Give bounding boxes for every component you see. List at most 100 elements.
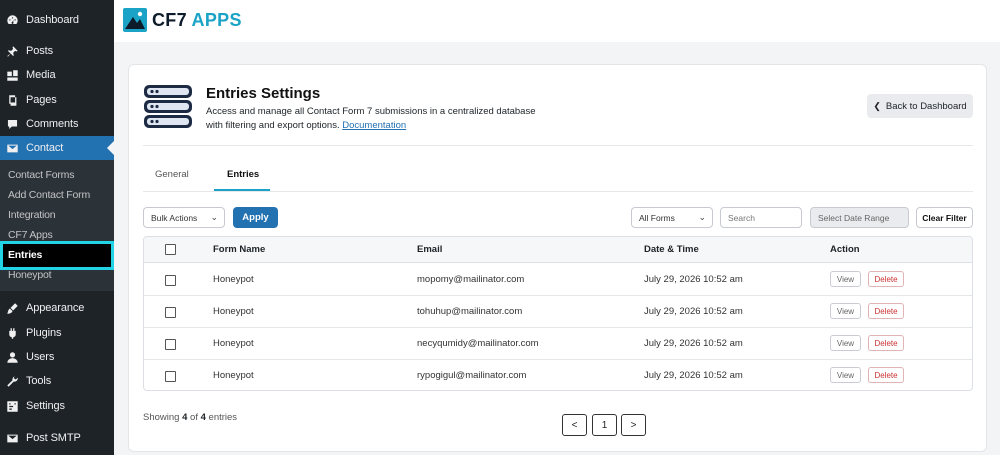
entries-table: Form Name Email Date & Time Action Honey…: [143, 236, 973, 391]
menu-comments[interactable]: Comments: [0, 113, 114, 135]
entries-settings-card: Entries Settings Access and manage all C…: [128, 64, 987, 452]
search-input[interactable]: Search: [720, 207, 802, 228]
menu-users[interactable]: Users: [0, 346, 114, 368]
clear-filter-button[interactable]: Clear Filter: [916, 207, 973, 228]
menu-label: Pages: [26, 94, 57, 106]
menu-plugins[interactable]: Plugins: [0, 322, 114, 344]
menu-label: Dashboard: [26, 14, 79, 26]
menu-dashboard[interactable]: Dashboard: [0, 9, 114, 31]
menu-pages[interactable]: Pages: [0, 89, 114, 111]
submenu-contact-forms[interactable]: Contact Forms: [8, 166, 74, 184]
submenu-entries[interactable]: Entries: [8, 246, 42, 264]
row-checkbox[interactable]: [165, 307, 176, 318]
wrench-icon: [6, 375, 19, 388]
table-row: Honeypot mopomy@mailinator.com July 29, …: [144, 264, 972, 296]
submenu-honeypot[interactable]: Honeypot: [8, 266, 52, 284]
menu-media[interactable]: Media: [0, 64, 114, 86]
brand-bar: CF7 APPS: [114, 0, 1000, 42]
user-icon: [6, 351, 19, 364]
row-checkbox[interactable]: [165, 275, 176, 286]
cell-datetime: July 29, 2026 10:52 am: [644, 338, 743, 349]
mail-icon: [6, 432, 19, 445]
column-email: Email: [417, 244, 443, 255]
menu-post-smtp[interactable]: Post SMTP: [0, 427, 114, 449]
chevron-down-icon: ⌄: [698, 212, 706, 222]
table-row: Honeypot tohuhup@mailinator.com July 29,…: [144, 296, 972, 328]
cell-form-name: Honeypot: [213, 306, 254, 317]
cf7-apps-logo-icon: [123, 8, 147, 32]
date-range-input[interactable]: Select Date Range: [810, 207, 909, 228]
menu-label: Settings: [26, 400, 65, 412]
pagination-next-button[interactable]: >: [621, 414, 646, 436]
row-checkbox[interactable]: [165, 339, 176, 350]
brand-name-part2: APPS: [191, 9, 242, 30]
forms-filter-value: All Forms: [639, 212, 675, 223]
apply-button[interactable]: Apply: [233, 207, 278, 228]
back-button-label: Back to Dashboard: [885, 100, 967, 112]
column-form-name: Form Name: [213, 244, 266, 255]
plugin-icon: [6, 327, 19, 340]
cell-datetime: July 29, 2026 10:52 am: [644, 274, 743, 285]
page-description: Access and manage all Contact Form 7 sub…: [206, 105, 546, 133]
showing-count: 4: [182, 412, 188, 423]
menu-settings[interactable]: Settings: [0, 395, 114, 417]
submenu-integration[interactable]: Integration: [8, 206, 56, 224]
bulk-actions-select[interactable]: Bulk Actions ⌄: [143, 207, 225, 228]
cell-datetime: July 29, 2026 10:52 am: [644, 370, 743, 381]
pin-icon: [6, 45, 19, 58]
tab-general[interactable]: General: [155, 169, 189, 180]
brush-icon: [6, 302, 19, 315]
menu-label: Media: [26, 69, 56, 81]
pagination-prev-button[interactable]: <: [562, 414, 587, 436]
media-icon: [6, 69, 19, 82]
cell-email: tohuhup@mailinator.com: [417, 306, 523, 317]
menu-label: Users: [26, 351, 55, 363]
brand-logo-group[interactable]: CF7 APPS: [123, 8, 242, 32]
brand-name-part1: CF7: [152, 9, 187, 30]
delete-button[interactable]: Delete: [868, 367, 904, 383]
pages-icon: [6, 94, 19, 107]
chevron-left-icon: ❮: [873, 100, 881, 111]
back-to-dashboard-button[interactable]: ❮ Back to Dashboard: [867, 94, 973, 118]
admin-sidebar: Dashboard Posts Media Pages Comments Con…: [0, 0, 114, 455]
cell-email: rypogigul@mailinator.com: [417, 370, 527, 381]
view-button[interactable]: View: [830, 303, 861, 319]
bulk-actions-value: Bulk Actions: [151, 212, 198, 223]
entries-count-text: Showing 4 of 4 entries: [143, 412, 237, 423]
submenu-add-contact-form[interactable]: Add Contact Form: [8, 186, 90, 204]
tab-entries[interactable]: Entries: [227, 169, 259, 180]
menu-label: Post SMTP: [26, 432, 81, 444]
menu-tools[interactable]: Tools: [0, 370, 114, 392]
menu-appearance[interactable]: Appearance: [0, 297, 114, 319]
cell-form-name: Honeypot: [213, 274, 254, 285]
tabs-divider: [143, 191, 973, 192]
menu-label: Plugins: [26, 327, 62, 339]
view-button[interactable]: View: [830, 367, 861, 383]
database-icon: [144, 85, 192, 128]
menu-contact[interactable]: Contact: [0, 136, 114, 160]
menu-posts[interactable]: Posts: [0, 40, 114, 62]
menu-label: Appearance: [26, 302, 85, 314]
forms-filter-select[interactable]: All Forms ⌄: [631, 207, 713, 228]
view-button[interactable]: View: [830, 271, 861, 287]
cell-email: mopomy@mailinator.com: [417, 274, 525, 285]
view-button[interactable]: View: [830, 335, 861, 351]
cell-form-name: Honeypot: [213, 370, 254, 381]
menu-label: Tools: [26, 375, 52, 387]
pagination-page-1[interactable]: 1: [592, 414, 617, 436]
dashboard-icon: [6, 14, 19, 27]
documentation-link[interactable]: Documentation: [342, 120, 406, 131]
chevron-down-icon: ⌄: [210, 212, 218, 222]
showing-prefix: Showing: [143, 412, 180, 423]
table-row: Honeypot necyqumidy@mailinator.com July …: [144, 328, 972, 360]
row-checkbox[interactable]: [165, 371, 176, 382]
table-row: Honeypot rypogigul@mailinator.com July 2…: [144, 360, 972, 390]
select-all-checkbox[interactable]: [165, 244, 176, 255]
delete-button[interactable]: Delete: [868, 271, 904, 287]
comment-icon: [6, 118, 19, 131]
delete-button[interactable]: Delete: [868, 303, 904, 319]
showing-suffix: entries: [208, 412, 238, 423]
mail-icon: [6, 142, 19, 155]
page-title: Entries Settings: [206, 85, 321, 102]
delete-button[interactable]: Delete: [868, 335, 904, 351]
